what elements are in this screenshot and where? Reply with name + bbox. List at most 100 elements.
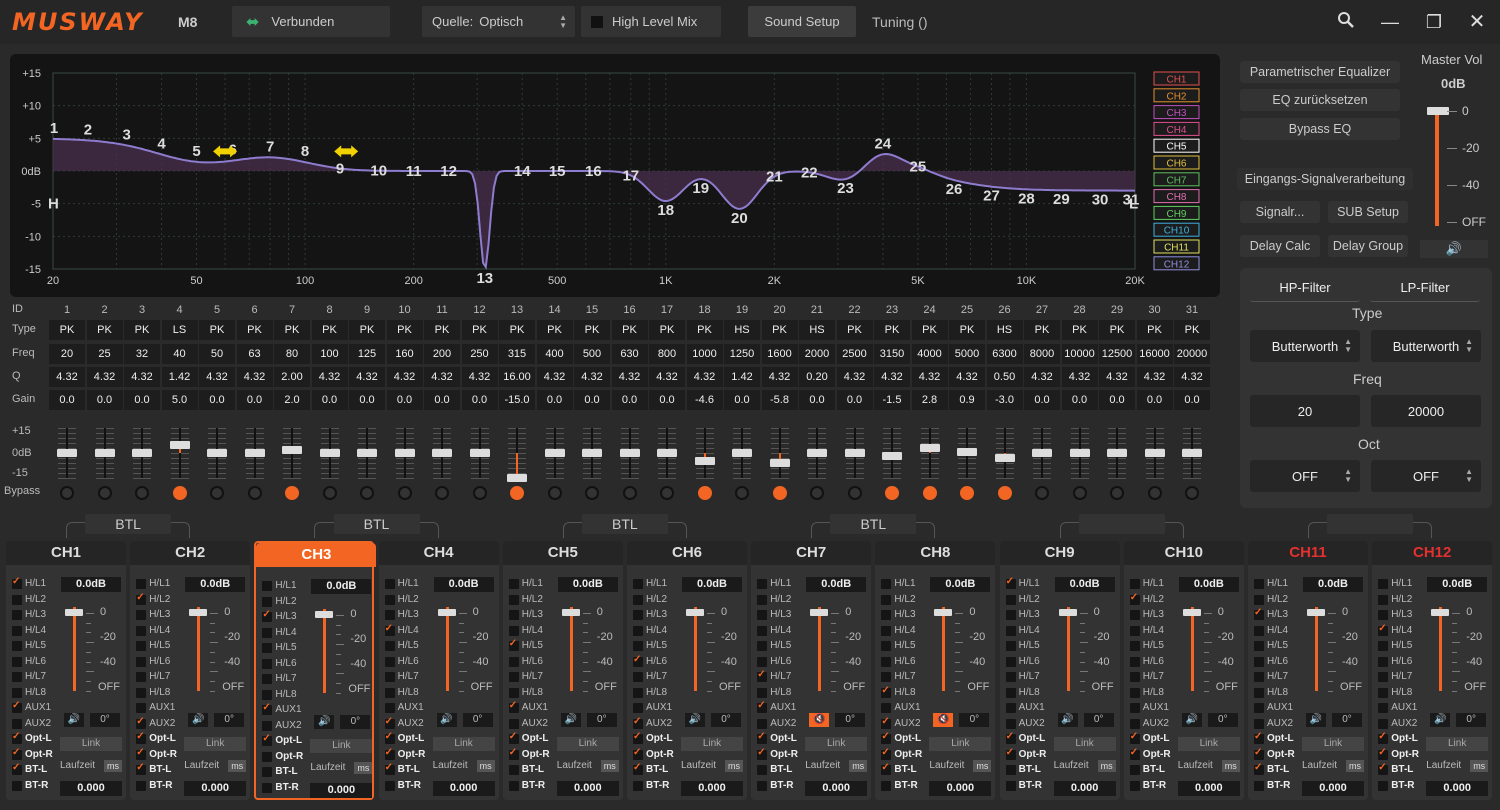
connection-status[interactable]: ⬌ Verbunden (232, 6, 390, 37)
input-checkbox[interactable] (384, 780, 395, 791)
input-checkbox[interactable] (1254, 731, 1264, 744)
input-checkbox[interactable] (1129, 610, 1140, 620)
input-checkbox[interactable] (384, 656, 395, 667)
lp-freq-input[interactable]: 20000 (1371, 395, 1481, 427)
table-cell-qs[interactable]: 4.32 (1099, 367, 1135, 387)
input-checkbox[interactable] (12, 731, 22, 744)
table-cell-freqs[interactable]: 315 (499, 344, 535, 364)
eq-slider-knob[interactable] (394, 449, 415, 457)
high-level-mix-checkbox[interactable] (591, 15, 603, 28)
bypass-toggle[interactable] (435, 486, 449, 500)
input-checkbox[interactable] (136, 762, 147, 775)
channel-fader-knob[interactable] (189, 609, 208, 616)
input-checkbox[interactable] (1378, 703, 1389, 713)
table-cell-gains[interactable]: 0.0 (611, 390, 648, 410)
table-cell-types[interactable]: PK (86, 320, 123, 340)
eq-reset-button[interactable]: EQ zurücksetzen (1240, 89, 1400, 111)
input-checkbox[interactable] (1005, 625, 1016, 636)
speaker-icon[interactable]: 🔊 (560, 713, 581, 727)
input-checkbox[interactable] (757, 780, 768, 791)
table-cell-qs[interactable]: 4.32 (349, 367, 385, 387)
table-cell-types[interactable]: PK (124, 320, 160, 340)
table-cell-qs[interactable]: 4.32 (761, 367, 798, 387)
table-cell-freqs[interactable]: 1600 (761, 344, 798, 364)
eq-slider-knob[interactable] (94, 449, 115, 457)
input-checkbox[interactable] (1254, 579, 1264, 589)
table-cell-freqs[interactable]: 160 (386, 344, 423, 364)
speaker-icon[interactable]: 🔊 (685, 713, 705, 727)
table-cell-qs[interactable]: 2.00 (274, 367, 310, 387)
band-number[interactable]: 7 (266, 138, 274, 155)
speaker-icon[interactable]: 🔇 (809, 713, 830, 727)
channel-fader-track[interactable] (73, 607, 76, 691)
table-cell-types[interactable]: HS (799, 320, 835, 340)
tools-icon[interactable] (1334, 10, 1358, 34)
bypass-toggle[interactable] (397, 486, 412, 500)
band-number[interactable]: 17 (622, 167, 639, 184)
input-checkbox[interactable] (384, 762, 395, 775)
input-checkbox[interactable] (136, 672, 147, 682)
table-cell-types[interactable]: PK (1136, 320, 1173, 340)
table-cell-gains[interactable]: 0.0 (199, 390, 235, 410)
input-checkbox[interactable] (136, 687, 147, 698)
input-checkbox[interactable] (633, 654, 643, 667)
channel-fader-knob[interactable] (934, 609, 953, 616)
speaker-icon[interactable]: 🔊 (1181, 713, 1202, 727)
input-checkbox[interactable] (508, 700, 519, 713)
channel-gain-value[interactable]: 0.0dB (1303, 577, 1363, 592)
eq-slider-knob[interactable] (582, 449, 602, 457)
unit-ms-toggle[interactable]: ms (1097, 760, 1116, 772)
input-checkbox[interactable] (881, 762, 892, 775)
link-button[interactable]: Link (1302, 737, 1364, 751)
band-number[interactable]: 25 (910, 159, 927, 176)
band-number[interactable]: 14 (514, 163, 531, 180)
eq-slider-knob[interactable] (1032, 449, 1052, 457)
input-checkbox[interactable] (262, 609, 273, 622)
channel-header[interactable]: CH6 (627, 541, 747, 565)
table-cell-types[interactable]: PK (949, 320, 985, 340)
input-checkbox[interactable] (757, 687, 768, 698)
input-checkbox[interactable] (1378, 623, 1389, 636)
input-checkbox[interactable] (384, 610, 395, 620)
band-number[interactable]: 2 (84, 121, 92, 138)
btl-toggle[interactable] (1327, 514, 1414, 534)
delay-value[interactable]: 0.000 (1053, 781, 1116, 796)
table-cell-freqs[interactable]: 400 (536, 344, 573, 364)
channel-header[interactable]: CH2 (130, 541, 251, 565)
input-checkbox[interactable] (1005, 576, 1016, 589)
table-cell-types[interactable]: PK (611, 320, 648, 340)
band-number[interactable]: 21 (766, 169, 783, 186)
delay-value[interactable]: 0.000 (184, 781, 247, 796)
input-checkbox[interactable] (1129, 780, 1140, 791)
input-checkbox[interactable] (508, 625, 519, 636)
input-checkbox[interactable] (1254, 718, 1264, 729)
bypass-toggle[interactable] (735, 486, 749, 500)
table-cell-gains[interactable]: -5.8 (761, 390, 798, 410)
table-cell-freqs[interactable]: 50 (199, 344, 235, 364)
eq-slider-knob[interactable] (1144, 449, 1165, 457)
eq-slider-knob[interactable] (507, 474, 527, 482)
phase-value[interactable]: 0° (959, 713, 990, 727)
eq-slider-knob[interactable] (807, 449, 827, 457)
input-checkbox[interactable] (633, 625, 643, 636)
input-checkbox[interactable] (1129, 765, 1140, 775)
input-checkbox[interactable] (1129, 672, 1140, 682)
input-checkbox[interactable] (262, 581, 273, 591)
bypass-toggle[interactable] (922, 486, 937, 500)
table-cell-freqs[interactable]: 10000 (1061, 344, 1098, 364)
channel-header[interactable]: CH5 (502, 541, 623, 565)
input-checkbox[interactable] (136, 641, 147, 651)
input-checkbox[interactable] (633, 687, 643, 698)
hp-freq-input[interactable]: 20 (1250, 395, 1360, 427)
table-cell-freqs[interactable]: 40 (161, 344, 198, 364)
input-checkbox[interactable] (1129, 747, 1140, 760)
band-number[interactable]: 16 (585, 163, 602, 180)
table-cell-gains[interactable]: 0.0 (124, 390, 160, 410)
input-checkbox[interactable] (1254, 703, 1264, 713)
band-number[interactable]: 30 (1092, 192, 1109, 209)
bypass-toggle[interactable] (697, 486, 712, 500)
table-cell-types[interactable]: PK (911, 320, 948, 340)
channel-fader-knob[interactable] (315, 611, 334, 618)
phase-value[interactable]: 0° (214, 713, 245, 727)
input-checkbox[interactable] (1254, 762, 1264, 775)
